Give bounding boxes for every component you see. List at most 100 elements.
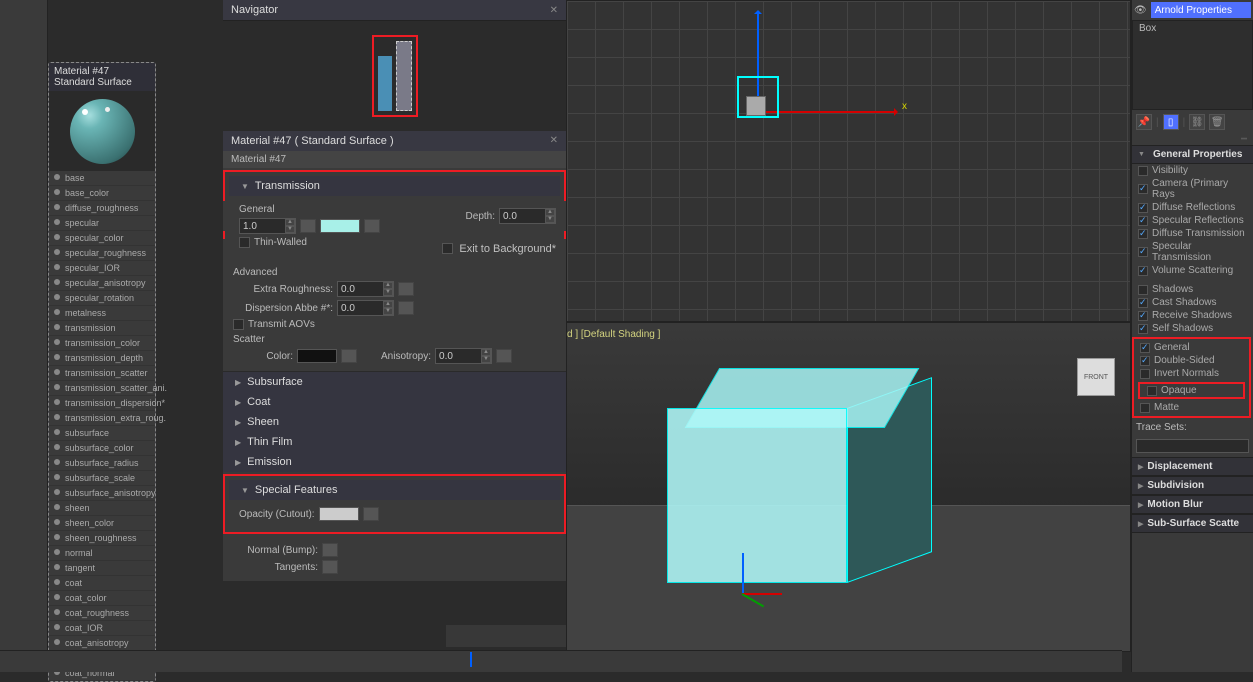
normal-map-slot[interactable] [322, 543, 338, 557]
material-prop-base_color[interactable]: base_color [49, 186, 155, 201]
material-prop-coat_color[interactable]: coat_color [49, 591, 155, 606]
material-prop-transmission_scatter[interactable]: transmission_scatter [49, 366, 155, 381]
material-prop-subsurface_radius[interactable]: subsurface_radius [49, 456, 155, 471]
material-prop-base[interactable]: base [49, 171, 155, 186]
transmission-weight-spinner[interactable]: ▲▼ [239, 218, 296, 234]
transmission-weight-input[interactable] [240, 221, 285, 232]
close-icon[interactable]: ✕ [550, 5, 558, 16]
vol-scatter-checkbox[interactable] [1138, 266, 1148, 276]
top-view-gizmo[interactable] [746, 96, 766, 116]
scatter-color-map-slot[interactable] [341, 349, 357, 363]
scatter-color-swatch[interactable] [297, 349, 337, 363]
material-prop-coat_anisotropy[interactable]: coat_anisotropy [49, 636, 155, 651]
viewport-label[interactable]: d ] [Default Shading ] [567, 329, 660, 340]
thin-walled-checkbox[interactable] [239, 237, 250, 248]
receive-shadows-checkbox[interactable] [1138, 311, 1148, 321]
object-list[interactable]: Box [1132, 20, 1253, 110]
material-prop-specular_rotation[interactable]: specular_rotation [49, 291, 155, 306]
material-prop-specular_anisotropy[interactable]: specular_anisotropy [49, 276, 155, 291]
material-editor-title-bar[interactable]: Material #47 ( Standard Surface ) ✕ [223, 131, 566, 151]
dispersion-spinner[interactable]: ▲▼ [337, 300, 394, 316]
navigator-body[interactable] [223, 21, 566, 131]
tangents-map-slot[interactable] [322, 560, 338, 574]
material-prop-tangent[interactable]: tangent [49, 561, 155, 576]
section-subdivision[interactable]: Subdivision [1132, 476, 1253, 495]
exit-bg-checkbox[interactable] [442, 243, 453, 254]
material-prop-normal[interactable]: normal [49, 546, 155, 561]
opacity-swatch[interactable] [319, 507, 359, 521]
matte-checkbox[interactable] [1140, 403, 1150, 413]
extra-roughness-spinner[interactable]: ▲▼ [337, 281, 394, 297]
material-prop-specular[interactable]: specular [49, 216, 155, 231]
opaque-checkbox[interactable] [1147, 386, 1157, 396]
list-mode-icon[interactable]: ▯ [1163, 114, 1179, 130]
close-icon[interactable]: ✕ [550, 135, 558, 147]
cast-shadows-checkbox[interactable] [1138, 298, 1148, 308]
material-node[interactable]: Material #47 Standard Surface basebase_c… [48, 62, 156, 682]
transmission-map-slot[interactable] [300, 219, 316, 233]
navigator-title-bar[interactable]: Navigator ✕ [223, 0, 566, 21]
self-shadows-checkbox[interactable] [1138, 324, 1148, 334]
transmission-color-swatch[interactable] [320, 219, 360, 233]
material-prop-coat_roughness[interactable]: coat_roughness [49, 606, 155, 621]
extra-roughness-map-slot[interactable] [398, 282, 414, 296]
material-prop-transmission[interactable]: transmission [49, 321, 155, 336]
material-name-field[interactable]: Material #47 [223, 151, 566, 168]
object-list-item[interactable]: Box [1139, 23, 1246, 34]
shadows-checkbox[interactable] [1138, 285, 1148, 295]
material-prop-sheen_roughness[interactable]: sheen_roughness [49, 531, 155, 546]
material-prop-coat_IOR[interactable]: coat_IOR [49, 621, 155, 636]
material-prop-subsurface_color[interactable]: subsurface_color [49, 441, 155, 456]
material-prop-transmission_dispersion*[interactable]: transmission_dispersion* [49, 396, 155, 411]
delete-icon[interactable]: 🗑 [1209, 114, 1225, 130]
material-preview[interactable] [49, 91, 155, 171]
dispersion-input[interactable] [338, 303, 383, 314]
section-sss[interactable]: Sub-Surface Scatte [1132, 514, 1253, 533]
transmit-aov-checkbox[interactable] [233, 319, 244, 330]
pin-icon[interactable]: 📌 [1136, 114, 1152, 130]
material-prop-specular_color[interactable]: specular_color [49, 231, 155, 246]
depth-spinner[interactable]: ▲▼ [499, 208, 556, 224]
link-icon[interactable]: ⛓ [1189, 114, 1205, 130]
material-prop-specular_roughness[interactable]: specular_roughness [49, 246, 155, 261]
visibility-checkbox[interactable] [1138, 166, 1148, 176]
material-prop-sheen_color[interactable]: sheen_color [49, 516, 155, 531]
spec-trans-checkbox[interactable] [1138, 247, 1148, 257]
material-prop-subsurface_anisotropy[interactable]: subsurface_anisotropy [49, 486, 155, 501]
spec-refl-checkbox[interactable] [1138, 216, 1148, 226]
material-prop-transmission_extra_roug.[interactable]: transmission_extra_roug. [49, 411, 155, 426]
section-special[interactable]: Special Features [229, 480, 560, 500]
cube-object[interactable] [667, 368, 917, 588]
double-sided-checkbox[interactable] [1140, 356, 1150, 366]
camera-checkbox[interactable] [1138, 184, 1148, 194]
scatter-aniso-spinner[interactable]: ▲▼ [435, 348, 492, 364]
viewport-top[interactable]: x [566, 0, 1131, 322]
viewcube[interactable]: FRONT [1077, 358, 1115, 396]
diffuse-refl-checkbox[interactable] [1138, 203, 1148, 213]
invert-normals-checkbox[interactable] [1140, 369, 1150, 379]
scatter-aniso-input[interactable] [436, 351, 481, 362]
arnold-props-header[interactable]: Arnold Properties [1151, 2, 1251, 18]
grip-icon[interactable]: ┅ [1132, 134, 1253, 145]
material-prop-transmission_scatter_ani.[interactable]: transmission_scatter_ani. [49, 381, 155, 396]
viewport-perspective[interactable]: d ] [Default Shading ] FRONT [566, 322, 1131, 652]
section-displacement[interactable]: Displacement [1132, 457, 1253, 476]
eye-icon[interactable]: 👁 [1134, 5, 1147, 16]
opacity-map-slot[interactable] [363, 507, 379, 521]
material-prop-coat[interactable]: coat [49, 576, 155, 591]
section-motion-blur[interactable]: Motion Blur [1132, 495, 1253, 514]
material-prop-transmission_depth[interactable]: transmission_depth [49, 351, 155, 366]
transmission-color-map-slot[interactable] [364, 219, 380, 233]
material-prop-metalness[interactable]: metalness [49, 306, 155, 321]
scatter-aniso-map-slot[interactable] [496, 349, 512, 363]
material-prop-specular_IOR[interactable]: specular_IOR [49, 261, 155, 276]
general-checkbox[interactable] [1140, 343, 1150, 353]
section-subsurface[interactable]: Subsurface [223, 372, 566, 392]
section-transmission[interactable]: Transmission [229, 176, 560, 196]
depth-input[interactable] [500, 211, 545, 222]
material-prop-transmission_color[interactable]: transmission_color [49, 336, 155, 351]
extra-roughness-input[interactable] [338, 284, 383, 295]
section-thinfilm[interactable]: Thin Film [223, 432, 566, 452]
trace-sets-input[interactable] [1136, 439, 1249, 453]
material-prop-subsurface[interactable]: subsurface [49, 426, 155, 441]
